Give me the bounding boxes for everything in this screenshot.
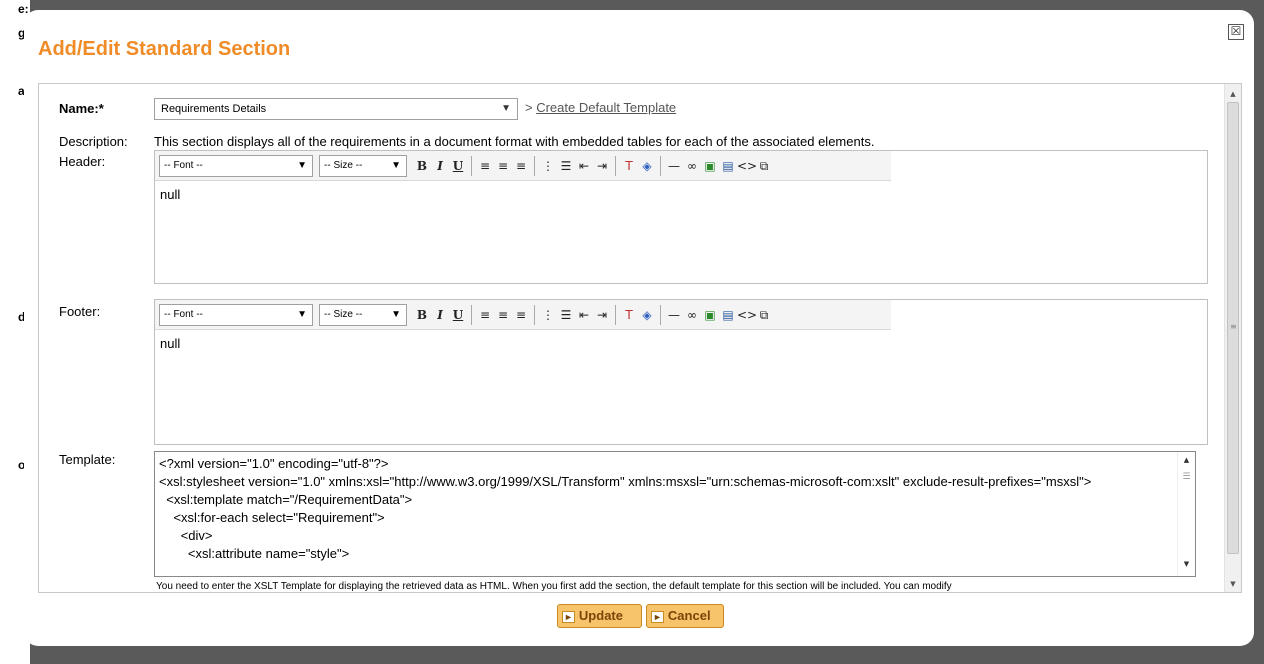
align-right-icon[interactable]: ≡ <box>512 156 530 176</box>
dialog-title: Add/Edit Standard Section <box>38 38 291 60</box>
scroll-grip-icon: ☰ <box>1182 472 1191 482</box>
ordered-list-icon[interactable]: ⋮ <box>539 305 557 325</box>
template-help-text: You need to enter the XSLT Template for … <box>156 581 952 592</box>
font-select[interactable]: -- Font -- ▼ <box>159 303 313 326</box>
footer-content[interactable]: null <box>160 336 180 351</box>
unordered-list-icon[interactable]: ☰ <box>557 156 575 176</box>
toolbar-divider <box>615 155 616 176</box>
image-icon[interactable]: ▣ <box>701 156 719 176</box>
scroll-grip-icon: ≡ <box>1230 322 1237 331</box>
template-label: Template: <box>59 452 116 467</box>
description-text: This section displays all of the require… <box>154 134 875 149</box>
unordered-list-icon[interactable]: ☰ <box>557 305 575 325</box>
align-center-icon[interactable]: ≡ <box>494 305 512 325</box>
footer-toolbar: -- Font -- ▼ -- Size -- ▼ B I U ≡ ≡ ≡ ⋮ ☰ … <box>155 300 891 330</box>
horizontal-rule-icon[interactable]: — <box>665 305 683 325</box>
horizontal-rule-icon[interactable]: — <box>665 156 683 176</box>
toolbar-divider <box>534 304 535 325</box>
source-code-icon[interactable]: <> <box>737 156 757 176</box>
size-select-value: -- Size -- <box>324 159 363 171</box>
update-button-label: Update <box>578 608 623 623</box>
header-editor: -- Font -- ▼ -- Size -- ▼ B I U ≡ ≡ ≡ ⋮ ☰ … <box>154 150 1208 284</box>
scroll-up-icon[interactable]: ▲ <box>1225 86 1241 102</box>
form-panel: Name:* Requirements Details ▼ > Create D… <box>38 83 1242 593</box>
form-scrollbar[interactable]: ▲ ≡ ▼ <box>1224 84 1241 592</box>
chevron-down-icon: ▼ <box>501 103 511 114</box>
template-textarea[interactable]: <?xml version="1.0" encoding="utf-8"?> <… <box>154 451 1196 577</box>
scroll-down-icon[interactable]: ▼ <box>1178 560 1195 574</box>
cancel-button[interactable]: ► Cancel <box>646 604 724 628</box>
chevron-down-icon: ▼ <box>297 159 307 171</box>
indent-icon[interactable]: ⇥ <box>593 156 611 176</box>
link-icon[interactable]: ∞ <box>683 305 701 325</box>
arrow-right-icon: ► <box>651 611 664 623</box>
name-label: Name:* <box>59 101 104 116</box>
text-color-icon[interactable]: T <box>620 305 638 325</box>
font-select[interactable]: -- Font -- ▼ <box>159 154 313 177</box>
table-icon[interactable]: ▤ <box>719 156 737 176</box>
size-select[interactable]: -- Size -- ▼ <box>319 154 407 177</box>
toolbar-divider <box>660 155 661 176</box>
align-right-icon[interactable]: ≡ <box>512 305 530 325</box>
background-color-icon[interactable]: ◈ <box>638 156 656 176</box>
name-select[interactable]: Requirements Details ▼ <box>154 98 518 120</box>
edit-section-dialog: Add/Edit Standard Section ☒ Name:* Requi… <box>24 10 1254 646</box>
bold-button[interactable]: B <box>413 156 431 176</box>
scroll-up-icon[interactable]: ▲ <box>1178 456 1195 470</box>
toolbar-divider <box>534 155 535 176</box>
underline-button[interactable]: U <box>449 156 467 176</box>
chevron-down-icon: ▼ <box>391 308 401 320</box>
outdent-icon[interactable]: ⇤ <box>575 156 593 176</box>
header-content[interactable]: null <box>160 187 180 202</box>
ordered-list-icon[interactable]: ⋮ <box>539 156 557 176</box>
font-select-value: -- Font -- <box>164 308 203 320</box>
background-color-icon[interactable]: ◈ <box>638 305 656 325</box>
link-icon[interactable]: ∞ <box>683 156 701 176</box>
toolbar-divider <box>471 304 472 325</box>
font-select-value: -- Font -- <box>164 159 203 171</box>
underline-button[interactable]: U <box>449 305 467 325</box>
header-toolbar: -- Font -- ▼ -- Size -- ▼ B I U ≡ ≡ ≡ ⋮ ☰ … <box>155 151 891 181</box>
footer-label: Footer: <box>59 304 101 319</box>
update-button[interactable]: ► Update <box>557 604 642 628</box>
close-icon[interactable]: ☒ <box>1228 24 1244 40</box>
toolbar-divider <box>660 304 661 325</box>
create-default-template: > Create Default Template <box>525 100 676 115</box>
template-scrollbar[interactable]: ▲ ☰ ▼ <box>1177 452 1195 576</box>
header-label: Header: <box>59 154 106 169</box>
create-default-template-link[interactable]: Create Default Template <box>536 100 676 115</box>
cancel-button-label: Cancel <box>667 608 711 623</box>
size-select-value: -- Size -- <box>324 308 363 320</box>
chevron-down-icon: ▼ <box>391 159 401 171</box>
maximize-icon[interactable]: ⧉ <box>755 305 773 325</box>
align-left-icon[interactable]: ≡ <box>476 305 494 325</box>
description-label: Description: <box>59 134 128 149</box>
outdent-icon[interactable]: ⇤ <box>575 305 593 325</box>
toolbar-divider <box>471 155 472 176</box>
image-icon[interactable]: ▣ <box>701 305 719 325</box>
name-select-value: Requirements Details <box>161 103 267 115</box>
align-center-icon[interactable]: ≡ <box>494 156 512 176</box>
italic-button[interactable]: I <box>431 305 449 325</box>
toolbar-divider <box>615 304 616 325</box>
footer-editor: -- Font -- ▼ -- Size -- ▼ B I U ≡ ≡ ≡ ⋮ ☰ … <box>154 299 1208 445</box>
table-icon[interactable]: ▤ <box>719 305 737 325</box>
align-left-icon[interactable]: ≡ <box>476 156 494 176</box>
chevron-down-icon: ▼ <box>297 308 307 320</box>
scroll-down-icon[interactable]: ▼ <box>1225 576 1241 592</box>
italic-button[interactable]: I <box>431 156 449 176</box>
arrow-right-icon: ► <box>562 611 575 623</box>
bold-button[interactable]: B <box>413 305 431 325</box>
template-code: <?xml version="1.0" encoding="utf-8"?> <… <box>159 456 1092 561</box>
text-color-icon[interactable]: T <box>620 156 638 176</box>
indent-icon[interactable]: ⇥ <box>593 305 611 325</box>
maximize-icon[interactable]: ⧉ <box>755 156 773 176</box>
source-code-icon[interactable]: <> <box>737 305 757 325</box>
create-link-prefix: > <box>525 100 533 115</box>
size-select[interactable]: -- Size -- ▼ <box>319 303 407 326</box>
scroll-thumb[interactable]: ≡ <box>1227 102 1239 554</box>
